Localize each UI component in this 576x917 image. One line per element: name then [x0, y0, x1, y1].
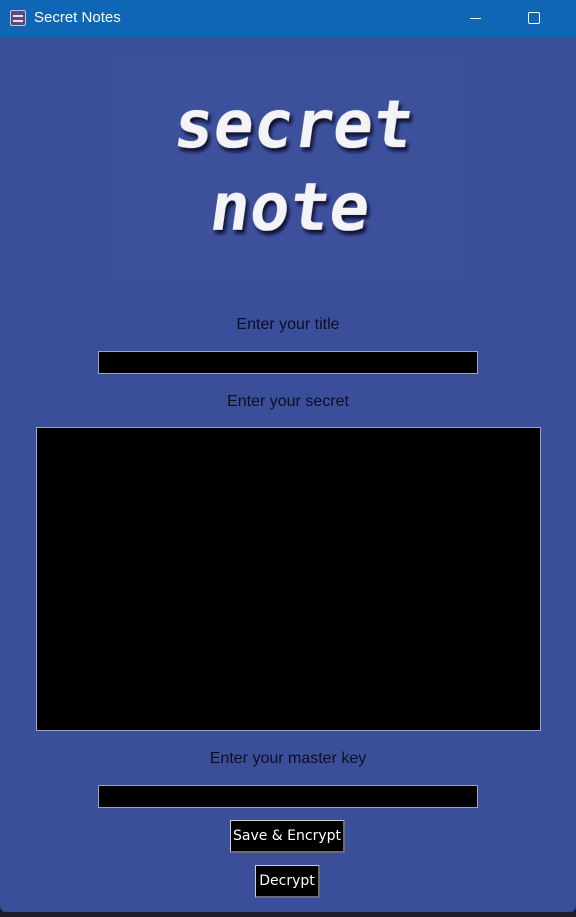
secret-textarea[interactable]: [36, 427, 541, 731]
title-input[interactable]: [98, 351, 478, 374]
master-key-label: Enter your master key: [209, 750, 367, 767]
logo-line-2: note: [205, 168, 375, 246]
title-label: Enter your title: [236, 316, 340, 333]
secret-note-logo: secret note: [112, 52, 464, 284]
master-key-input[interactable]: [98, 785, 478, 808]
maximize-icon[interactable]: [511, 0, 557, 37]
logo-line-1: secret: [169, 85, 418, 163]
save-encrypt-button[interactable]: Save & Encrypt: [230, 820, 345, 853]
window-title: Secret Notes: [34, 9, 121, 26]
decrypt-button[interactable]: Decrypt: [255, 865, 320, 898]
title-bar[interactable]: Secret Notes: [0, 0, 576, 37]
app-icon: [10, 10, 26, 26]
app-window: Secret Notes secret note Enter your titl…: [0, 0, 576, 912]
minimize-icon[interactable]: [452, 0, 498, 37]
secret-label: Enter your secret: [227, 393, 349, 410]
